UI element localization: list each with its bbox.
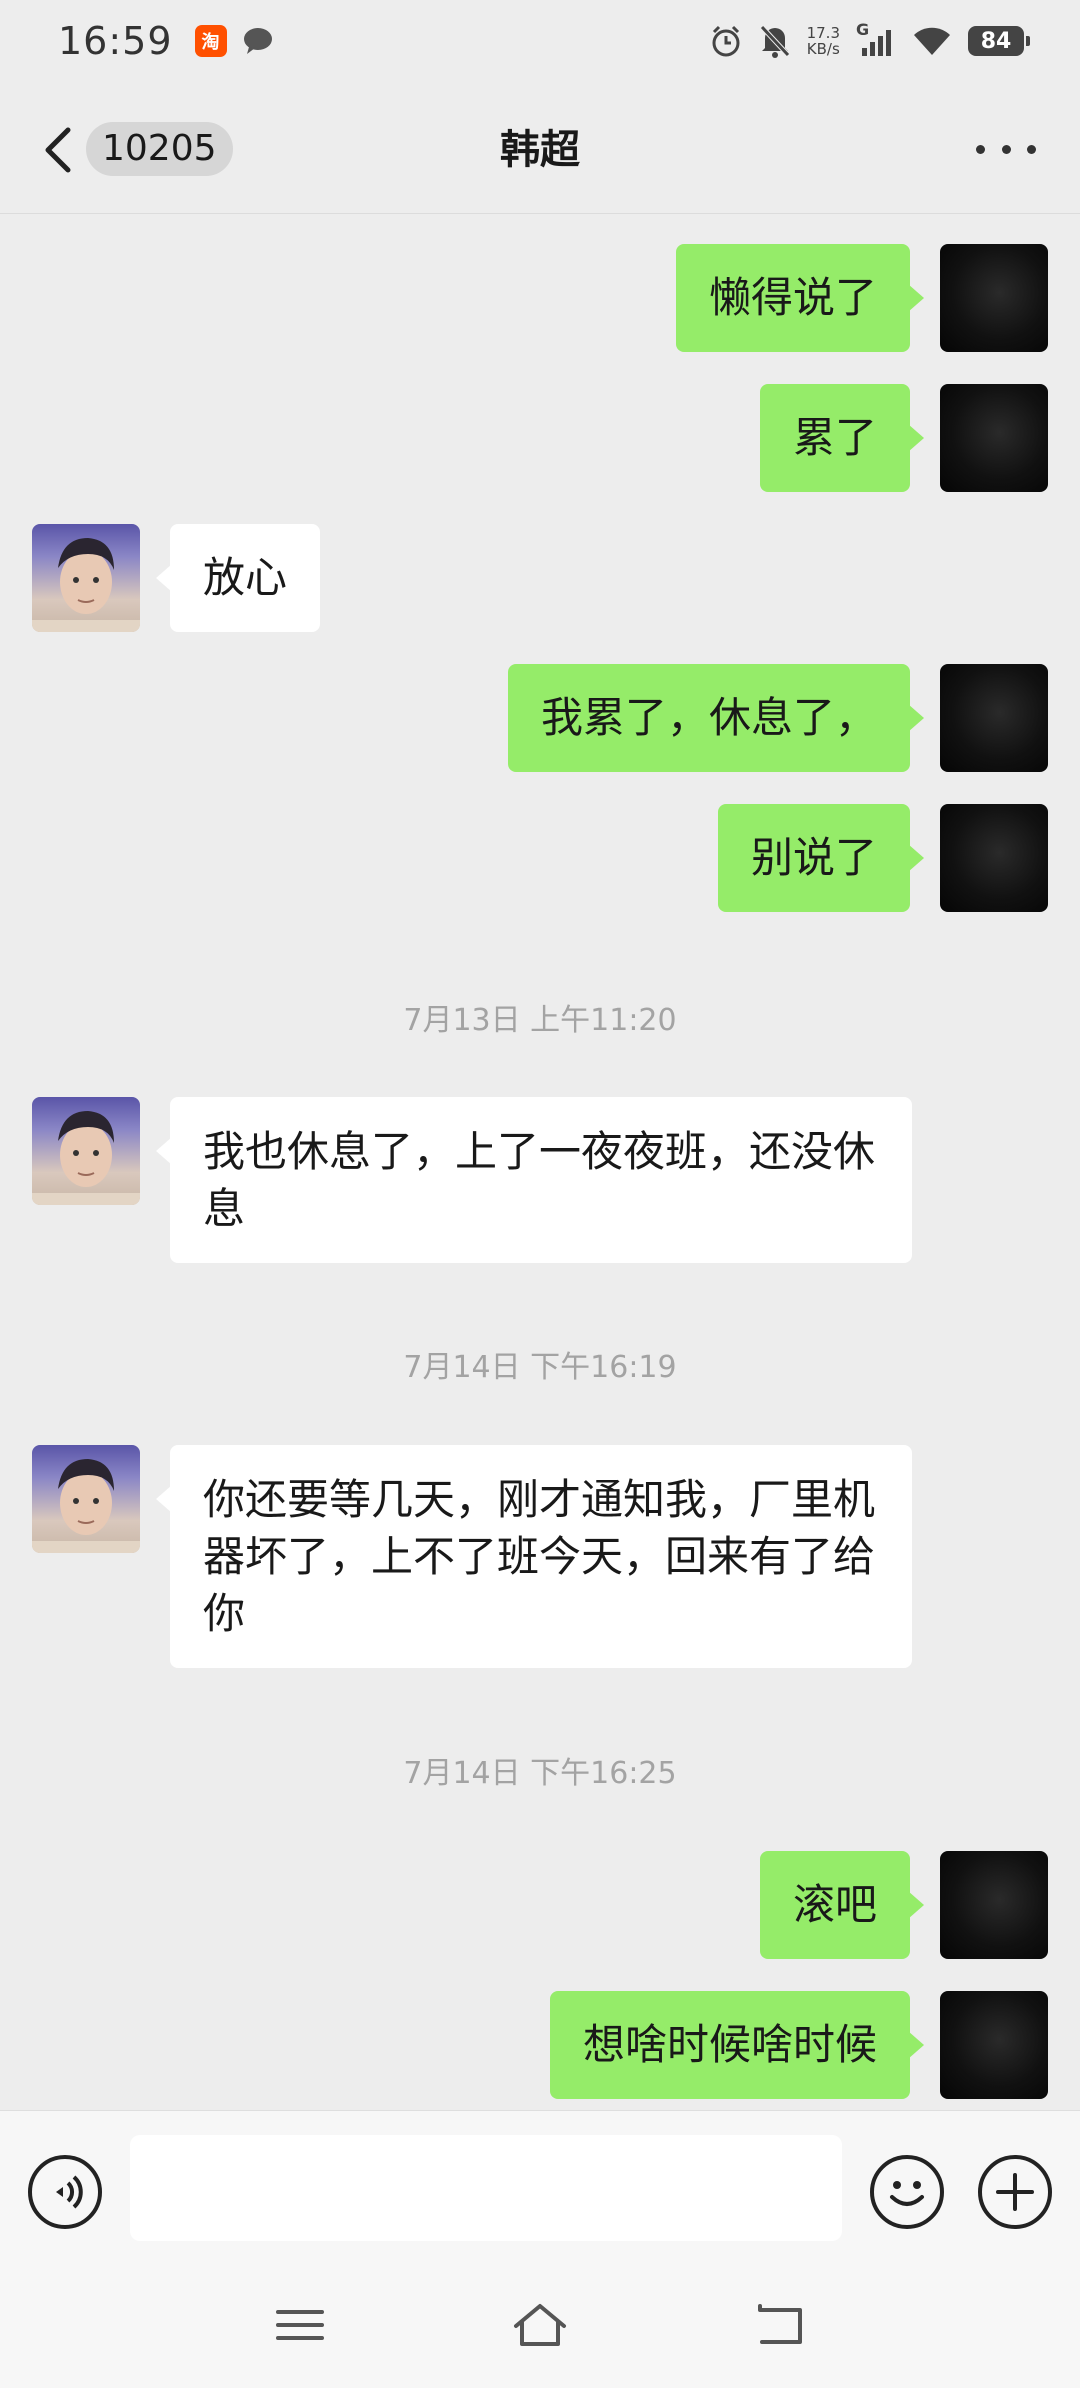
alarm-icon [712, 25, 740, 57]
message-bubble[interactable]: 懒得说了 [675, 244, 925, 352]
menu-icon[interactable] [270, 2300, 330, 2350]
chat-screen: 16:59 淘 17.3 KB/s G 84 10205 韩超 懒得说了 累了 … [0, 0, 1080, 2388]
message-list[interactable]: 懒得说了 累了 放心 我累了，休息了， 别说了 7月13日 上午11:20 我也… [0, 215, 1080, 2110]
chat-header: 10205 韩超 [0, 82, 1080, 214]
battery-icon: 84 [968, 26, 1030, 56]
chat-title: 韩超 [500, 127, 580, 173]
status-bar: 16:59 淘 17.3 KB/s G 84 [0, 0, 1080, 82]
message-bubble[interactable]: 你还要等几天，刚才通知我，厂里机器坏了，上不了班今天，回来有了给你 [156, 1445, 912, 1668]
my-avatar[interactable] [940, 664, 1048, 772]
timestamp: 7月14日 下午16:25 [403, 1756, 677, 1791]
plus-icon[interactable] [978, 2155, 1052, 2229]
wifi-icon [914, 27, 950, 55]
my-avatar[interactable] [940, 804, 1048, 912]
face-icon [32, 1111, 140, 1205]
contact-avatar[interactable] [32, 1097, 140, 1205]
message-bubble[interactable]: 我累了，休息了， [507, 664, 925, 772]
voice-input-icon[interactable] [28, 2155, 102, 2229]
my-avatar[interactable] [940, 1991, 1048, 2099]
more-options-icon[interactable] [976, 134, 1036, 164]
my-avatar[interactable] [940, 384, 1048, 492]
network-speed: 17.3 KB/s [806, 24, 840, 58]
mute-icon [759, 25, 790, 58]
home-icon[interactable] [510, 2300, 570, 2350]
status-time: 16:59 [58, 19, 173, 63]
message-input[interactable] [130, 2135, 842, 2241]
timestamp: 7月14日 下午16:19 [403, 1350, 677, 1385]
timestamp: 7月13日 上午11:20 [403, 1003, 677, 1038]
message-bubble[interactable]: 累了 [759, 384, 925, 492]
message-bubble[interactable]: 滚吧 [759, 1851, 925, 1959]
back-nav-icon[interactable] [750, 2300, 810, 2350]
message-icon [243, 28, 272, 54]
signal-icon: G [856, 20, 896, 58]
face-icon [32, 538, 140, 632]
taobao-icon: 淘 [194, 25, 227, 57]
message-bubble[interactable]: 我也休息了，上了一夜夜班，还没休息 [156, 1097, 912, 1263]
emoji-icon[interactable] [870, 2155, 944, 2229]
my-avatar[interactable] [940, 1851, 1048, 1959]
contact-avatar[interactable] [32, 524, 140, 632]
face-icon [32, 1459, 140, 1553]
contact-avatar[interactable] [32, 1445, 140, 1553]
message-bubble[interactable]: 放心 [155, 524, 321, 632]
message-bubble[interactable]: 想啥时候啥时候 [549, 1991, 925, 2099]
system-nav-bar [0, 2262, 1080, 2388]
message-bubble[interactable]: 别说了 [717, 804, 925, 912]
chat-input-bar [0, 2110, 1080, 2262]
my-avatar[interactable] [940, 244, 1048, 352]
